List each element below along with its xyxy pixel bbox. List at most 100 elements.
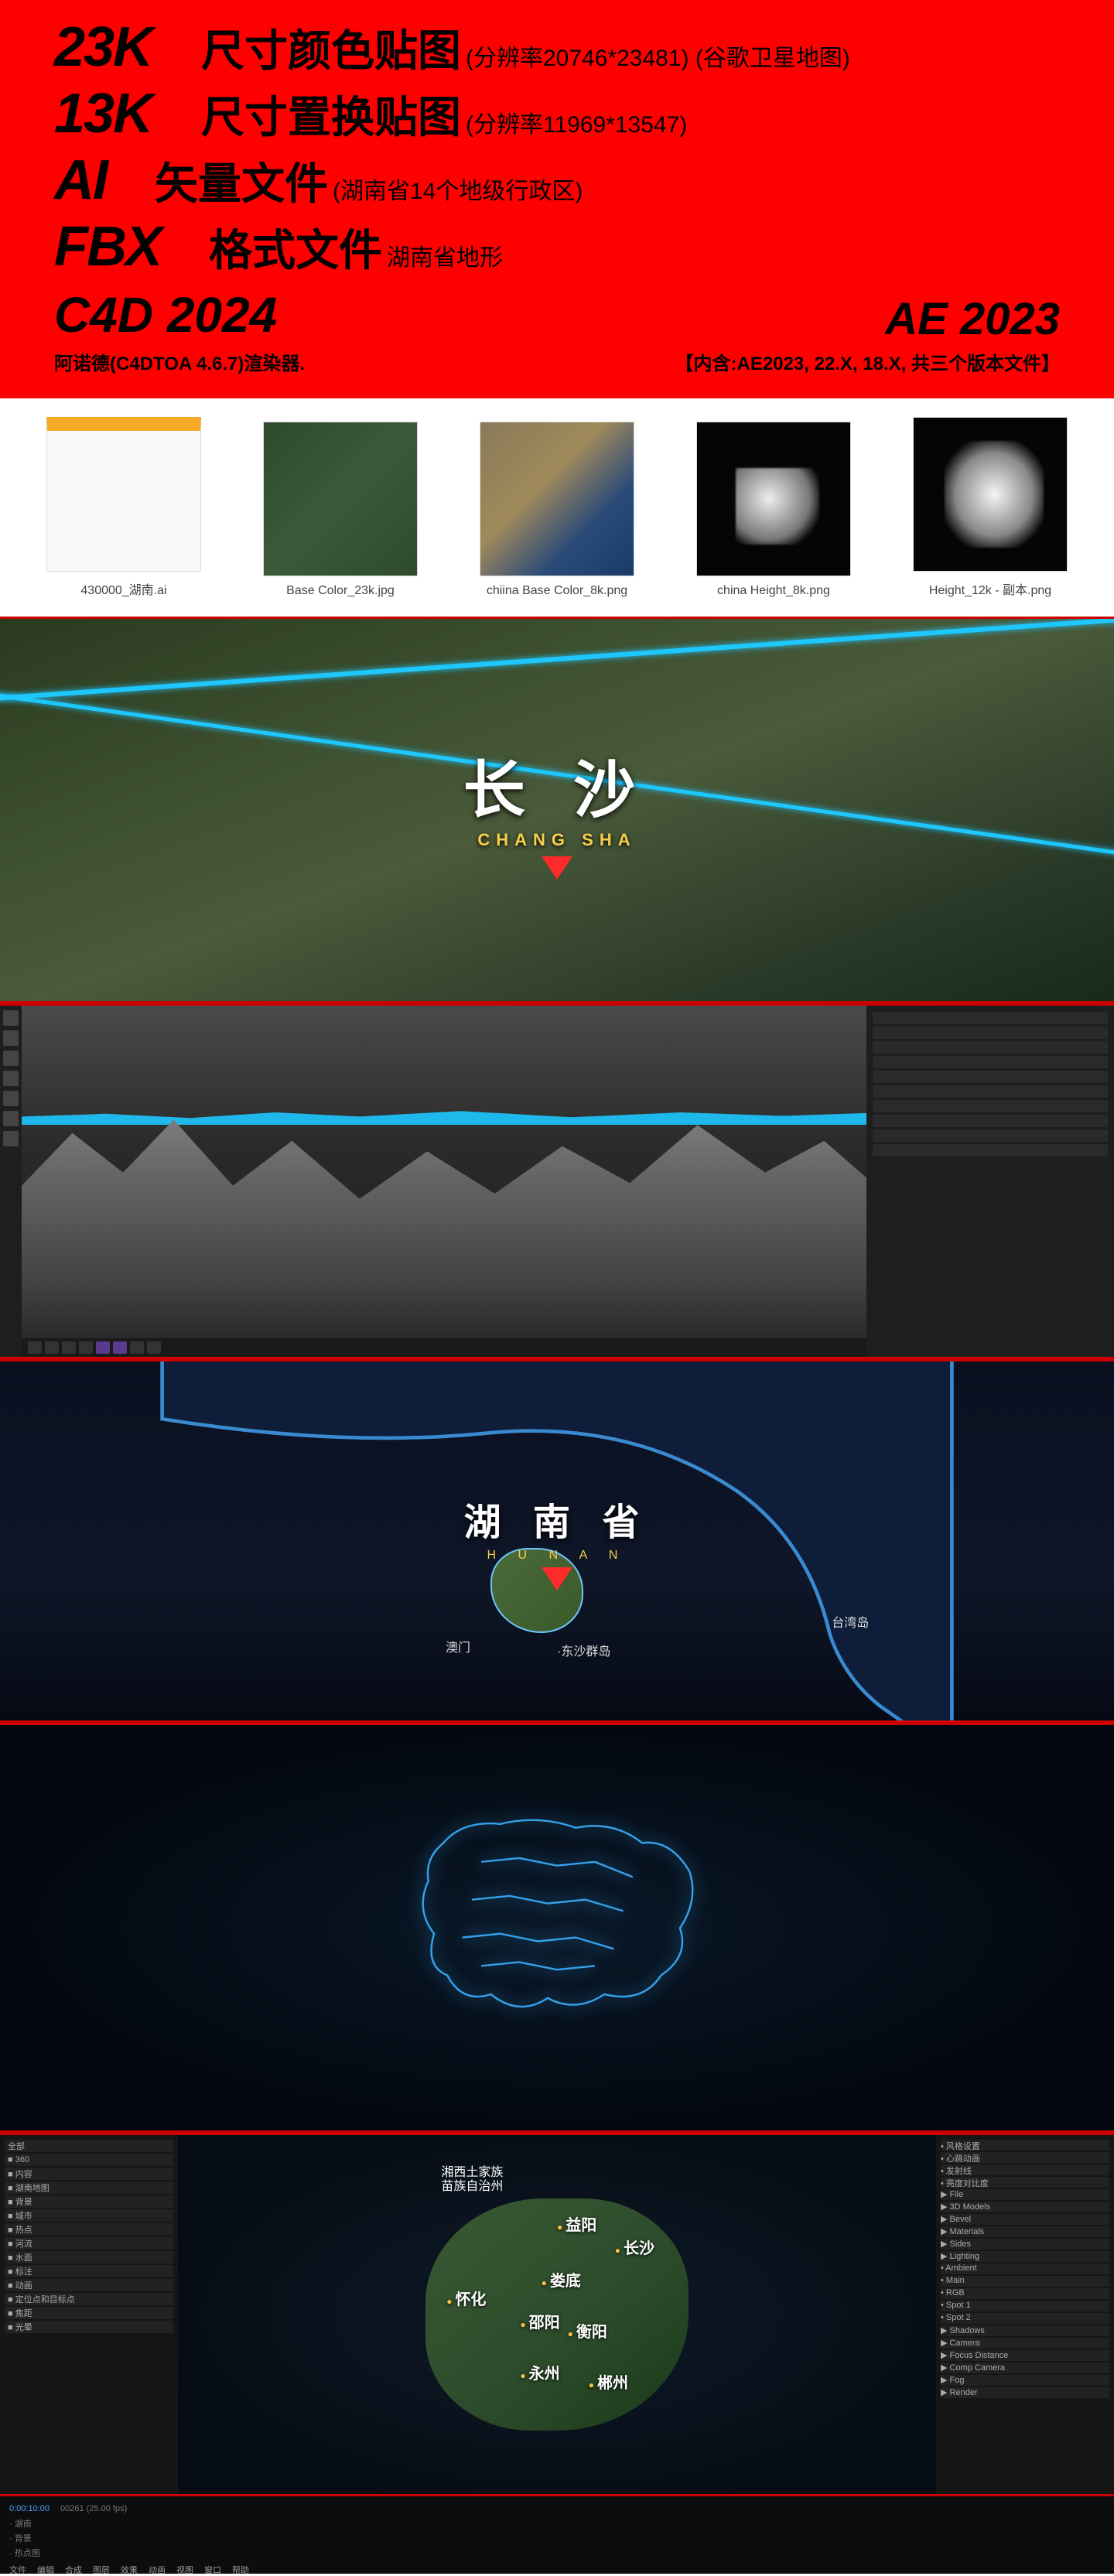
- menu-item[interactable]: 文件: [9, 2564, 26, 2576]
- tool-icon[interactable]: [3, 1030, 19, 1046]
- city-label: 郴州: [589, 2370, 628, 2393]
- tool-icon[interactable]: [3, 1111, 19, 1126]
- effect-item[interactable]: ▶ Render: [941, 2387, 1109, 2398]
- menu-item[interactable]: 窗口: [204, 2564, 221, 2576]
- file-thumb[interactable]: Height_12k - 副本.png: [897, 417, 1083, 598]
- menu-item[interactable]: 合成: [65, 2564, 82, 2576]
- effect-item[interactable]: • Spot 1: [941, 2301, 1109, 2311]
- effect-item[interactable]: • Main: [941, 2276, 1109, 2287]
- spec-label: AI: [54, 149, 155, 212]
- china-map: [167, 1786, 947, 2070]
- play-icon[interactable]: [62, 1341, 76, 1354]
- effect-item[interactable]: ▶ Focus Distance: [941, 2350, 1109, 2361]
- play-icon[interactable]: [96, 1341, 110, 1354]
- effect-item[interactable]: • Ambient: [941, 2263, 1109, 2274]
- menu-item[interactable]: 视图: [176, 2564, 193, 2576]
- project-item[interactable]: ■ 河流: [5, 2237, 173, 2250]
- project-item[interactable]: ■ 标注: [5, 2265, 173, 2277]
- timecode[interactable]: 0:00:10:00: [9, 2504, 50, 2513]
- effect-item[interactable]: ▶ Sides: [941, 2239, 1109, 2250]
- effect-item[interactable]: • 亮度对比度: [941, 2177, 1109, 2188]
- play-icon[interactable]: [147, 1341, 161, 1354]
- project-item[interactable]: 全部: [5, 2140, 173, 2152]
- thumb-filename: 430000_湖南.ai: [31, 579, 217, 598]
- province-name-en: H U N A N: [464, 1549, 651, 1563]
- attr-row[interactable]: [873, 1144, 1108, 1156]
- ae-viewport[interactable]: 湘西土家族 苗族自治州 益阳长沙怀化娄底邵阳衡阳永州郴州: [178, 2135, 936, 2494]
- play-icon[interactable]: [79, 1341, 93, 1354]
- attr-row[interactable]: [873, 1071, 1108, 1083]
- thumb-filename: Height_12k - 副本.png: [897, 579, 1083, 598]
- project-item[interactable]: ■ 背景: [5, 2195, 173, 2208]
- effect-item[interactable]: • 发射线: [941, 2164, 1109, 2175]
- menu-item[interactable]: 图层: [93, 2564, 110, 2576]
- effect-item[interactable]: ▶ Comp Camera: [941, 2362, 1109, 2373]
- spec-note: (分辨率11969*13547): [466, 105, 687, 139]
- c4d-playbar[interactable]: [22, 1338, 866, 1357]
- project-item[interactable]: ■ 湖南地图: [5, 2181, 173, 2194]
- tool-icon[interactable]: [3, 1091, 19, 1106]
- project-item[interactable]: ■ 光晕: [5, 2321, 173, 2333]
- attr-row[interactable]: [873, 1012, 1108, 1024]
- effect-item[interactable]: • 心跳动画: [941, 2152, 1109, 2163]
- spec-desc: 矢量文件: [155, 149, 328, 212]
- tool-icon[interactable]: [3, 1010, 19, 1026]
- preview-changsha: 长 沙 CHANG SHA: [0, 617, 1114, 1003]
- attr-row[interactable]: [873, 1056, 1108, 1068]
- tool-icon[interactable]: [3, 1071, 19, 1086]
- menu-item[interactable]: 编辑: [37, 2564, 54, 2576]
- attr-row[interactable]: [873, 1100, 1108, 1112]
- timeline-layer[interactable]: · 热点图: [9, 2547, 1105, 2559]
- project-item[interactable]: ■ 热点: [5, 2223, 173, 2236]
- file-thumb[interactable]: 430000_湖南.ai: [31, 417, 217, 598]
- effect-item[interactable]: ▶ Materials: [941, 2226, 1109, 2237]
- effect-item[interactable]: ▶ Camera: [941, 2338, 1109, 2349]
- effect-item[interactable]: ▶ File: [941, 2189, 1109, 2200]
- project-item[interactable]: ■ 焦距: [5, 2307, 173, 2319]
- spec-note: (湖南省14个地级行政区): [333, 172, 583, 206]
- attr-row[interactable]: [873, 1085, 1108, 1098]
- project-item[interactable]: ■ 动画: [5, 2279, 173, 2291]
- file-thumb[interactable]: china Height_8k.png: [681, 422, 866, 598]
- tool-icon[interactable]: [3, 1131, 19, 1146]
- effect-item[interactable]: ▶ Shadows: [941, 2325, 1109, 2336]
- c4d-attributes-panel[interactable]: [866, 1006, 1114, 1357]
- effect-item[interactable]: ▶ Bevel: [941, 2214, 1109, 2225]
- project-item[interactable]: ■ 360: [5, 2154, 173, 2166]
- timeline-layer[interactable]: · 背景: [9, 2532, 1105, 2544]
- effect-item[interactable]: • Spot 2: [941, 2313, 1109, 2324]
- play-icon[interactable]: [28, 1341, 42, 1354]
- thumb-preview: [913, 417, 1068, 572]
- timeline-layer[interactable]: · 湖南: [9, 2517, 1105, 2530]
- effect-item[interactable]: ▶ Fog: [941, 2375, 1109, 2386]
- preview-china-outline: [0, 1723, 1114, 2133]
- file-thumb[interactable]: Base Color_23k.jpg: [248, 422, 433, 598]
- file-thumb[interactable]: chiina Base Color_8k.png: [464, 422, 650, 598]
- effect-item[interactable]: • RGB: [941, 2288, 1109, 2299]
- c4d-viewport[interactable]: [22, 1006, 866, 1357]
- ae-project-panel[interactable]: 全部 ■ 360 ■ 内容■ 湖南地图■ 背景■ 城市■ 热点■ 河流■ 水面 ■ 标…: [0, 2135, 178, 2494]
- c4d-toolbar[interactable]: [0, 1006, 22, 1357]
- project-item[interactable]: ■ 定位点和目标点: [5, 2293, 173, 2305]
- play-icon[interactable]: [113, 1341, 127, 1354]
- menu-item[interactable]: 效果: [121, 2564, 138, 2576]
- project-item[interactable]: ■ 水面: [5, 2251, 173, 2263]
- attr-row[interactable]: [873, 1129, 1108, 1142]
- effect-item[interactable]: • 风格设置: [941, 2140, 1109, 2151]
- menu-item[interactable]: 帮助: [232, 2564, 249, 2576]
- effect-item[interactable]: ▶ Lighting: [941, 2251, 1109, 2262]
- attr-row[interactable]: [873, 1041, 1108, 1054]
- menu-item[interactable]: 动画: [149, 2564, 166, 2576]
- spec-row: FBX 格式文件 湖南省地形: [54, 215, 1060, 278]
- play-icon[interactable]: [45, 1341, 59, 1354]
- river-line: [0, 617, 1114, 705]
- ae-effects-panel[interactable]: • 风格设置• 心跳动画• 发射线 • 亮度对比度▶ File ▶ 3D Model…: [936, 2135, 1114, 2494]
- attr-row[interactable]: [873, 1115, 1108, 1127]
- ae-timeline[interactable]: 0:00:10:00 00261 (25.00 fps) · 湖南· 背景· 热…: [0, 2496, 1114, 2574]
- project-item[interactable]: ■ 内容: [5, 2168, 173, 2180]
- tool-icon[interactable]: [3, 1051, 19, 1066]
- project-item[interactable]: ■ 城市: [5, 2209, 173, 2222]
- effect-item[interactable]: ▶ 3D Models: [941, 2202, 1109, 2212]
- attr-row[interactable]: [873, 1027, 1108, 1039]
- play-icon[interactable]: [130, 1341, 144, 1354]
